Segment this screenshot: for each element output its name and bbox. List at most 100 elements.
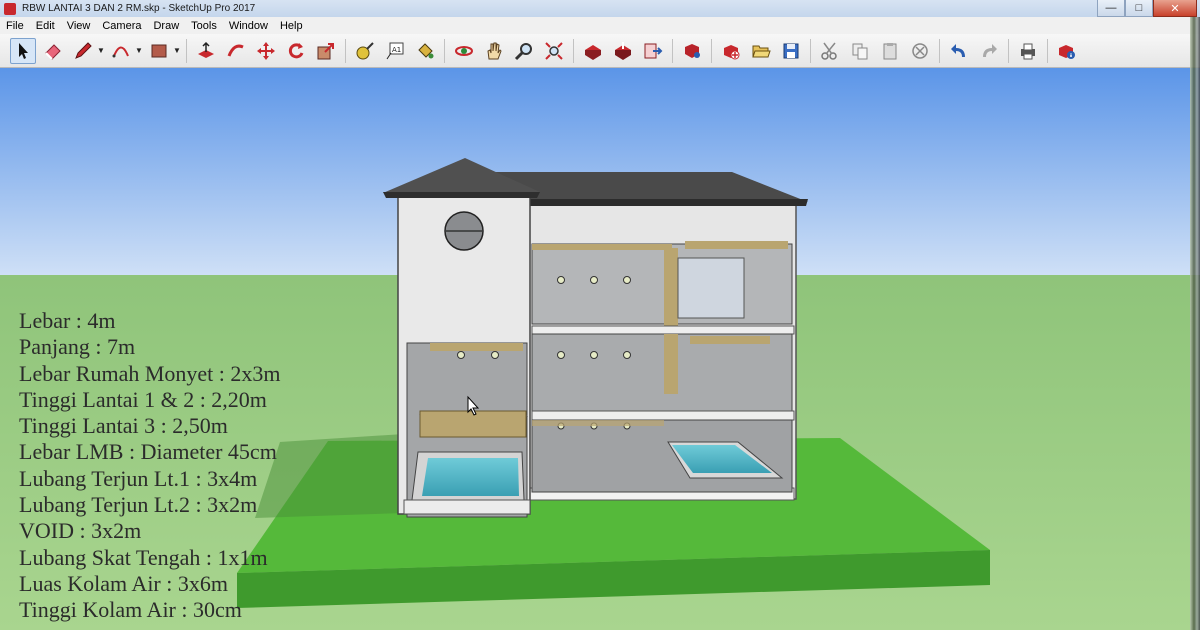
arc-tool-button[interactable] — [108, 38, 134, 64]
toolbar-separator — [810, 38, 811, 63]
new-button[interactable] — [718, 38, 744, 64]
toolbar-separator — [345, 38, 346, 63]
chevron-down-icon[interactable]: ▼ — [134, 41, 144, 61]
chevron-down-icon[interactable]: ▼ — [172, 41, 182, 61]
tape-measure-tool-button[interactable] — [352, 38, 378, 64]
spec-line: VOID : 3x2m — [19, 518, 142, 544]
cut-button[interactable] — [817, 38, 843, 64]
sketchup-logo-icon — [4, 2, 16, 15]
orbit-tool-button[interactable] — [451, 38, 477, 64]
cursor-arrow-icon — [19, 42, 28, 59]
model-info-button[interactable] — [1054, 38, 1080, 64]
delete-circle-icon — [912, 42, 928, 59]
spec-line: Lebar : 4m — [19, 308, 116, 333]
redo-icon — [983, 43, 997, 57]
toolbar-separator — [1008, 38, 1009, 63]
paint-bucket-tool-button[interactable] — [412, 38, 438, 64]
new-file-icon — [724, 44, 740, 59]
toolbar-separator — [711, 38, 712, 63]
select-tool-button[interactable] — [10, 37, 36, 64]
spec-line: Tinggi Kolam Air : 30cm — [19, 597, 242, 623]
spec-line: Luas Kolam Air : 3x6m — [19, 570, 228, 596]
print-button[interactable] — [1015, 38, 1041, 64]
rotate-icon — [288, 42, 304, 58]
layout-icon — [644, 43, 663, 58]
spec-line: Tinggi Lantai 1 & 2 : 2,20m — [19, 386, 267, 412]
toolbar-separator — [1047, 38, 1048, 63]
minimize-button[interactable]: — — [1097, 0, 1125, 17]
move-icon — [257, 41, 275, 60]
spec-line: Lubang Skat Tengah : 1x1m — [19, 544, 268, 570]
share-model-icon — [615, 41, 631, 60]
redo-button[interactable] — [976, 38, 1002, 64]
undo-icon — [951, 43, 965, 57]
rotate-tool-button[interactable] — [283, 38, 309, 64]
follow-me-tool-button[interactable] — [223, 38, 249, 64]
extension-icon — [685, 43, 700, 58]
spec-line: Lebar Rumah Monyet : 2x3m — [19, 360, 281, 386]
pan-tool-button[interactable] — [481, 38, 507, 64]
eraser-icon — [45, 43, 61, 60]
maximize-button[interactable]: □ — [1125, 0, 1153, 17]
eraser-tool-button[interactable] — [40, 38, 66, 64]
scale-icon — [317, 42, 334, 59]
toolbar-separator — [444, 38, 445, 63]
spec-line: Panjang : 7m — [19, 334, 136, 360]
move-tool-button[interactable] — [253, 38, 279, 64]
zoom-tool-button[interactable] — [511, 38, 537, 64]
3d-warehouse-button[interactable] — [580, 38, 606, 64]
menu-help[interactable]: Help — [274, 20, 309, 32]
undo-button[interactable] — [946, 38, 972, 64]
zoom-extents-icon — [545, 41, 563, 60]
menu-edit[interactable]: Edit — [30, 20, 61, 32]
paste-icon — [883, 42, 897, 59]
toolbar-separator — [186, 38, 187, 63]
paste-button[interactable] — [877, 38, 903, 64]
scissors-icon — [821, 42, 837, 60]
toolbar-separator — [939, 38, 940, 63]
share-model-button[interactable] — [610, 38, 636, 64]
extension-warehouse-button[interactable] — [679, 38, 705, 64]
send-to-layout-button[interactable] — [640, 38, 666, 64]
zoom-extents-tool-button[interactable] — [541, 38, 567, 64]
open-button[interactable] — [748, 38, 774, 64]
rectangle-tool-button[interactable] — [146, 38, 172, 64]
menu-bar: File Edit View Camera Draw Tools Window … — [0, 17, 1200, 34]
window-controls: — □ ✕ — [1097, 0, 1197, 17]
specs-overlay: Lebar : 4m Panjang : 7m Lebar Rumah Mony… — [19, 308, 281, 624]
arc-icon — [112, 46, 129, 57]
erase-button[interactable] — [907, 38, 933, 64]
menu-camera[interactable]: Camera — [96, 20, 147, 32]
spec-line: Tinggi Lantai 3 : 2,50m — [19, 413, 228, 439]
menu-view[interactable]: View — [61, 20, 97, 32]
menu-draw[interactable]: Draw — [147, 20, 185, 32]
paint-bucket-icon — [418, 42, 434, 58]
window-title: RBW LANTAI 3 DAN 2 RM.skp - SketchUp Pro… — [22, 3, 256, 14]
spec-line: Lubang Terjun Lt.1 : 3x4m — [19, 465, 258, 491]
scale-tool-button[interactable] — [313, 38, 339, 64]
follow-me-icon — [227, 44, 244, 57]
spec-line: Lebar LMB : Diameter 45cm — [19, 439, 277, 465]
title-bar: RBW LANTAI 3 DAN 2 RM.skp - SketchUp Pro… — [0, 0, 1200, 17]
house-model[interactable] — [383, 158, 808, 518]
menu-window[interactable]: Window — [223, 20, 274, 32]
model-info-icon — [1059, 44, 1075, 59]
screen-edge-artifact — [1190, 17, 1200, 630]
main-toolbar: ▼ ▼ ▼ A1 — [0, 34, 1200, 68]
open-folder-icon — [752, 45, 771, 57]
chevron-down-icon[interactable]: ▼ — [96, 41, 106, 61]
menu-tools[interactable]: Tools — [185, 20, 223, 32]
save-icon — [783, 43, 799, 58]
save-button[interactable] — [778, 38, 804, 64]
close-button[interactable]: ✕ — [1153, 0, 1197, 17]
menu-file[interactable]: File — [0, 20, 30, 32]
copy-button[interactable] — [847, 38, 873, 64]
toolbar-separator — [672, 38, 673, 63]
model-viewport[interactable]: Lebar : 4m Panjang : 7m Lebar Rumah Mony… — [0, 68, 1200, 630]
warehouse-icon — [585, 44, 601, 60]
push-pull-icon — [198, 41, 214, 58]
line-tool-button[interactable] — [70, 38, 96, 64]
text-tool-button[interactable]: A1 — [382, 38, 408, 64]
text-icon: A1 — [386, 42, 404, 59]
push-pull-tool-button[interactable] — [193, 38, 219, 64]
